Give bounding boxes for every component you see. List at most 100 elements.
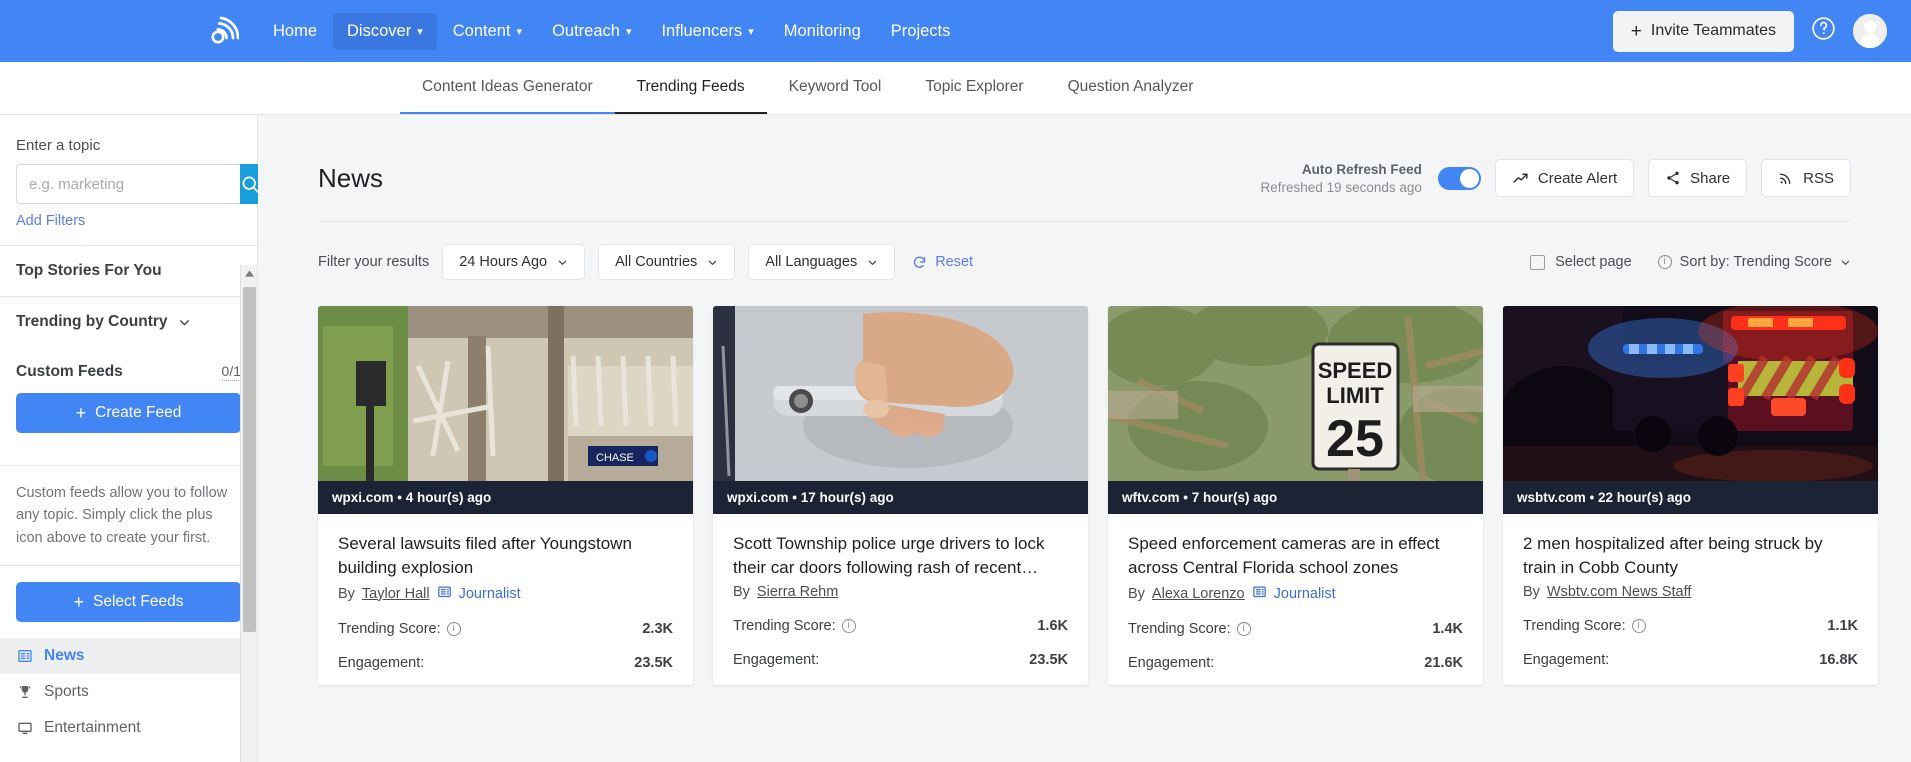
create-alert-button[interactable]: Create Alert: [1494, 159, 1635, 197]
sort-by-dropdown[interactable]: i Sort by: Trending Score: [1657, 254, 1851, 270]
nav-item-projects[interactable]: Projects: [877, 13, 965, 50]
topic-search-row: [16, 164, 261, 204]
filter-time-range-dropdown[interactable]: 24 Hours Ago: [442, 244, 586, 280]
page-title: News: [318, 163, 384, 193]
card-author-link[interactable]: Sierra Rehm: [757, 584, 838, 600]
nav-item-outreach-label: Outreach: [552, 21, 620, 40]
filter-your-results-label: Filter your results: [318, 254, 430, 270]
card-title[interactable]: 2 men hospitalized after being struck by…: [1523, 532, 1858, 580]
rss-signal-logo-icon: [211, 16, 239, 44]
sidebar-item-sports[interactable]: Sports: [0, 674, 257, 710]
trending-score-label: Trending Score:: [733, 618, 836, 635]
chevron-down-icon: [1841, 260, 1850, 265]
engagement-label: Engagement:: [338, 655, 425, 672]
custom-feeds-label: Custom Feeds: [16, 363, 123, 380]
select-page-checkbox[interactable]: Select page: [1530, 254, 1632, 270]
nav-item-discover[interactable]: Discover ▾: [333, 12, 437, 50]
sidebar-item-entertainment[interactable]: Entertainment: [0, 710, 257, 746]
nav-item-outreach[interactable]: Outreach ▾: [538, 13, 645, 50]
plus-icon: +: [75, 403, 87, 423]
header-actions: Auto Refresh Feed Refreshed 19 seconds a…: [1261, 149, 1851, 197]
card-author-link[interactable]: Alexa Lorenzo: [1152, 586, 1245, 602]
journalist-badge-label: Journalist: [1273, 585, 1336, 602]
tab-keyword-tool[interactable]: Keyword Tool: [767, 62, 904, 114]
sidebar-item-top-stories[interactable]: Top Stories For You: [0, 246, 257, 296]
card-byline: By Wsbtv.com News Staff: [1523, 584, 1858, 600]
nav-item-content[interactable]: Content ▾: [439, 13, 536, 50]
card-author-link[interactable]: Taylor Hall: [362, 586, 430, 602]
news-card[interactable]: wpxi.com • 17 hour(s) ago Scott Township…: [713, 306, 1088, 686]
tab-trending-feeds[interactable]: Trending Feeds: [614, 62, 767, 114]
user-avatar[interactable]: [1853, 14, 1887, 48]
create-alert-label: Create Alert: [1537, 169, 1618, 187]
tab-content-ideas-generator[interactable]: Content Ideas Generator: [400, 62, 615, 114]
journalist-badge-icon: [1252, 584, 1267, 603]
card-byline: By Taylor Hall Journalist: [338, 584, 673, 603]
info-icon[interactable]: i: [841, 619, 856, 634]
trending-score-value: 1.4K: [1432, 621, 1463, 638]
trending-by-country-label: Trending by Country: [16, 313, 168, 330]
create-feed-label: Create Feed: [95, 404, 182, 421]
share-icon: [1667, 171, 1679, 185]
info-icon[interactable]: i: [1236, 622, 1251, 637]
engagement-value: 16.8K: [1819, 652, 1858, 669]
filter-languages-dropdown[interactable]: All Languages: [748, 244, 896, 280]
filter-languages-label: All Languages: [765, 254, 858, 270]
app-logo[interactable]: [205, 14, 239, 48]
create-feed-button[interactable]: + Create Feed: [16, 393, 241, 433]
info-icon[interactable]: i: [446, 622, 461, 637]
card-byline: By Sierra Rehm: [733, 584, 1068, 600]
nav-item-content-label: Content: [452, 21, 511, 40]
news-card[interactable]: wsbtv.com • 22 hour(s) ago 2 men hospita…: [1503, 306, 1878, 686]
engagement-row: Engagement: 16.8K: [1523, 652, 1858, 668]
card-title[interactable]: Speed enforcement cameras are in effect …: [1128, 532, 1463, 580]
monitor-icon: [16, 720, 33, 736]
rss-button[interactable]: RSS: [1761, 159, 1851, 197]
sidebar-scrollbar[interactable]: [240, 265, 257, 762]
card-title[interactable]: Several lawsuits filed after Youngstown …: [338, 532, 673, 580]
filter-right-controls: Select page i Sort by: Trending Score: [1530, 254, 1851, 270]
tab-question-analyzer[interactable]: Question Analyzer: [1046, 62, 1216, 114]
enter-topic-label: Enter a topic: [16, 137, 101, 154]
add-filters-link[interactable]: Add Filters: [16, 213, 241, 229]
topic-search-input[interactable]: [16, 164, 240, 204]
news-card[interactable]: CHASE wpxi.com • 4 hour(s) ago Several l…: [318, 306, 693, 686]
engagement-row: Engagement: 21.6K: [1128, 655, 1463, 671]
trending-score-value: 2.3K: [642, 621, 673, 638]
share-button[interactable]: Share: [1648, 159, 1748, 197]
auto-refresh-group: Auto Refresh Feed Refreshed 19 seconds a…: [1261, 162, 1422, 195]
question-mark-circle-icon[interactable]: [1810, 15, 1837, 47]
sidebar-item-trending-by-country[interactable]: Trending by Country: [0, 297, 257, 347]
sort-by-label: Sort by: Trending Score: [1679, 254, 1832, 270]
sidebar-divider-4: [0, 565, 257, 567]
custom-feeds-help-text: Custom feeds allow you to follow any top…: [16, 485, 228, 546]
sidebar-item-custom-feeds[interactable]: Custom Feeds 0/1: [0, 347, 257, 391]
card-by-prefix: By: [1523, 584, 1540, 601]
scroll-up-arrow-icon[interactable]: [241, 265, 257, 282]
card-title[interactable]: Scott Township police urge drivers to lo…: [733, 532, 1068, 580]
rss-icon: [1780, 173, 1791, 184]
main-content-area: News Auto Refresh Feed Refreshed 19 seco…: [258, 115, 1911, 762]
news-card[interactable]: SPEED LIMIT 25 wftv.com • 7 hour(s) ago …: [1108, 306, 1483, 686]
info-icon[interactable]: i: [1631, 619, 1646, 634]
trending-score-group: Trending Score: i: [1523, 618, 1646, 634]
left-sidebar: Enter a topic Add Filters Top Stories Fo…: [0, 115, 261, 762]
sidebar-item-news[interactable]: News: [0, 638, 257, 675]
auto-refresh-toggle[interactable]: [1437, 166, 1481, 190]
reset-filters-button[interactable]: Reset: [912, 254, 973, 270]
invite-teammates-button[interactable]: + Invite Teammates: [1612, 10, 1794, 52]
engagement-label: Engagement:: [1523, 652, 1610, 669]
sidebar-item-entertainment-label: Entertainment: [44, 719, 141, 737]
nav-item-monitoring[interactable]: Monitoring: [770, 13, 875, 50]
primary-nav-items: Home Discover ▾ Content ▾ Outreach ▾ Inf…: [259, 12, 965, 50]
tab-topic-explorer[interactable]: Topic Explorer: [903, 62, 1045, 114]
nav-item-home[interactable]: Home: [259, 13, 331, 50]
select-page-label: Select page: [1555, 254, 1632, 270]
news-card-grid: CHASE wpxi.com • 4 hour(s) ago Several l…: [258, 280, 1911, 686]
rss-label: RSS: [1803, 169, 1834, 187]
sidebar-scrollbar-thumb[interactable]: [243, 287, 256, 632]
card-author-link[interactable]: Wsbtv.com News Staff: [1547, 584, 1692, 600]
nav-item-influencers[interactable]: Influencers ▾: [647, 13, 767, 50]
filter-countries-dropdown[interactable]: All Countries: [598, 244, 736, 280]
select-feeds-button[interactable]: + Select Feeds: [16, 582, 241, 623]
